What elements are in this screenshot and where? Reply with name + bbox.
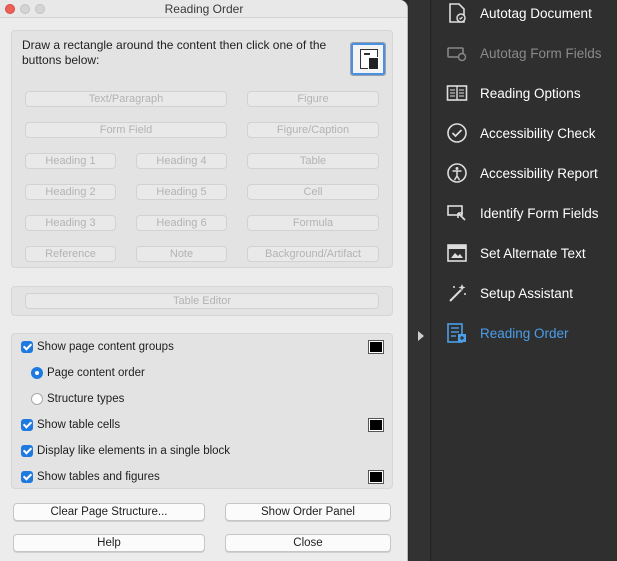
reference-button[interactable]: Reference [25, 246, 116, 262]
identify-form-fields-icon [446, 202, 468, 224]
collapse-panel-icon[interactable] [418, 331, 424, 341]
reading-order-icon [360, 49, 379, 70]
display-like-elements-label: Display like elements in a single block [37, 445, 231, 457]
side-item-label: Reading Order [480, 325, 569, 341]
clear-page-structure-button[interactable]: Clear Page Structure... [13, 503, 205, 521]
color-fill [370, 472, 382, 482]
heading4-button[interactable]: Heading 4 [136, 153, 227, 169]
side-item-accessibility-report[interactable]: Accessibility Report [432, 158, 617, 188]
side-item-identify-form-fields[interactable]: Identify Form Fields [432, 198, 617, 228]
structure-types-toggle-button[interactable] [350, 42, 386, 76]
note-button[interactable]: Note [136, 246, 227, 262]
close-button[interactable]: Close [225, 534, 391, 552]
help-button[interactable]: Help [13, 534, 205, 552]
side-item-autotag-form-fields: Autotag Form Fields [432, 38, 617, 68]
checkbox-checked-icon [21, 341, 33, 353]
page-content-groups-color-swatch[interactable] [368, 340, 384, 354]
side-item-accessibility-check[interactable]: Accessibility Check [432, 118, 617, 148]
autotag-form-fields-icon [446, 42, 468, 64]
page-content-order-radio[interactable]: Page content order [31, 365, 145, 381]
cell-button[interactable]: Cell [247, 184, 379, 200]
show-tables-figures-label: Show tables and figures [37, 471, 160, 483]
show-table-cells-checkbox[interactable]: Show table cells [21, 417, 120, 433]
side-item-label: Autotag Form Fields [480, 45, 602, 61]
side-item-label: Reading Options [480, 85, 581, 101]
formula-button[interactable]: Formula [247, 215, 379, 231]
display-like-elements-checkbox[interactable]: Display like elements in a single block [21, 443, 230, 459]
reading-order-icon [446, 322, 468, 344]
checkbox-checked-icon [21, 445, 33, 457]
radio-selected-icon [31, 367, 43, 379]
table-editor-button[interactable]: Table Editor [25, 293, 379, 309]
figure-caption-button[interactable]: Figure/Caption [247, 122, 379, 138]
side-item-label: Setup Assistant [480, 285, 574, 301]
reading-options-icon [446, 82, 468, 104]
show-table-cells-label: Show table cells [37, 419, 121, 431]
figure-button[interactable]: Figure [247, 91, 379, 107]
page-content-order-label: Page content order [47, 367, 145, 379]
side-item-set-alternate-text[interactable]: Set Alternate Text [432, 238, 617, 268]
side-item-reading-options[interactable]: Reading Options [432, 78, 617, 108]
form-field-button[interactable]: Form Field [25, 122, 227, 138]
instructions-text: Draw a rectangle around the content then… [22, 38, 327, 67]
accessibility-check-icon [446, 122, 468, 144]
panel-divider [409, 0, 431, 561]
show-page-content-groups-checkbox[interactable]: Show page content groups [21, 339, 174, 355]
accessibility-tools-panel: Autotag Document Autotag Form Fields Rea… [432, 0, 617, 561]
reading-order-dialog: Reading Order Draw a rectangle around th… [0, 0, 408, 561]
heading5-button[interactable]: Heading 5 [136, 184, 227, 200]
side-item-label: Set Alternate Text [480, 245, 586, 261]
show-page-content-groups-label: Show page content groups [37, 341, 174, 353]
accessibility-report-icon [446, 162, 468, 184]
autotag-document-icon [446, 2, 468, 24]
show-tables-figures-checkbox[interactable]: Show tables and figures [21, 469, 160, 485]
heading1-button[interactable]: Heading 1 [25, 153, 116, 169]
tables-figures-color-swatch[interactable] [368, 470, 384, 484]
show-order-panel-button[interactable]: Show Order Panel [225, 503, 391, 521]
heading2-button[interactable]: Heading 2 [25, 184, 116, 200]
side-item-label: Accessibility Check [480, 125, 596, 141]
side-item-label: Accessibility Report [480, 165, 598, 181]
setup-assistant-icon [446, 282, 468, 304]
color-fill [370, 342, 382, 352]
side-item-label: Identify Form Fields [480, 205, 599, 221]
checkbox-checked-icon [21, 471, 33, 483]
side-item-autotag-document[interactable]: Autotag Document [432, 0, 617, 28]
table-button[interactable]: Table [247, 153, 379, 169]
side-item-label: Autotag Document [480, 5, 592, 21]
side-item-reading-order[interactable]: Reading Order [432, 318, 617, 348]
background-artifact-button[interactable]: Background/Artifact [247, 246, 379, 262]
text-paragraph-button[interactable]: Text/Paragraph [25, 91, 227, 107]
heading6-button[interactable]: Heading 6 [136, 215, 227, 231]
table-cells-color-swatch[interactable] [368, 418, 384, 432]
color-fill [370, 420, 382, 430]
side-item-setup-assistant[interactable]: Setup Assistant [432, 278, 617, 308]
set-alternate-text-icon [446, 242, 468, 264]
heading3-button[interactable]: Heading 3 [25, 215, 116, 231]
checkbox-checked-icon [21, 419, 33, 431]
radio-unselected-icon [31, 393, 43, 405]
window-title: Reading Order [164, 2, 244, 16]
structure-types-label: Structure types [47, 393, 125, 405]
title-bar[interactable]: Reading Order [0, 0, 407, 18]
display-options-panel [11, 333, 393, 489]
structure-types-radio[interactable]: Structure types [31, 391, 124, 407]
